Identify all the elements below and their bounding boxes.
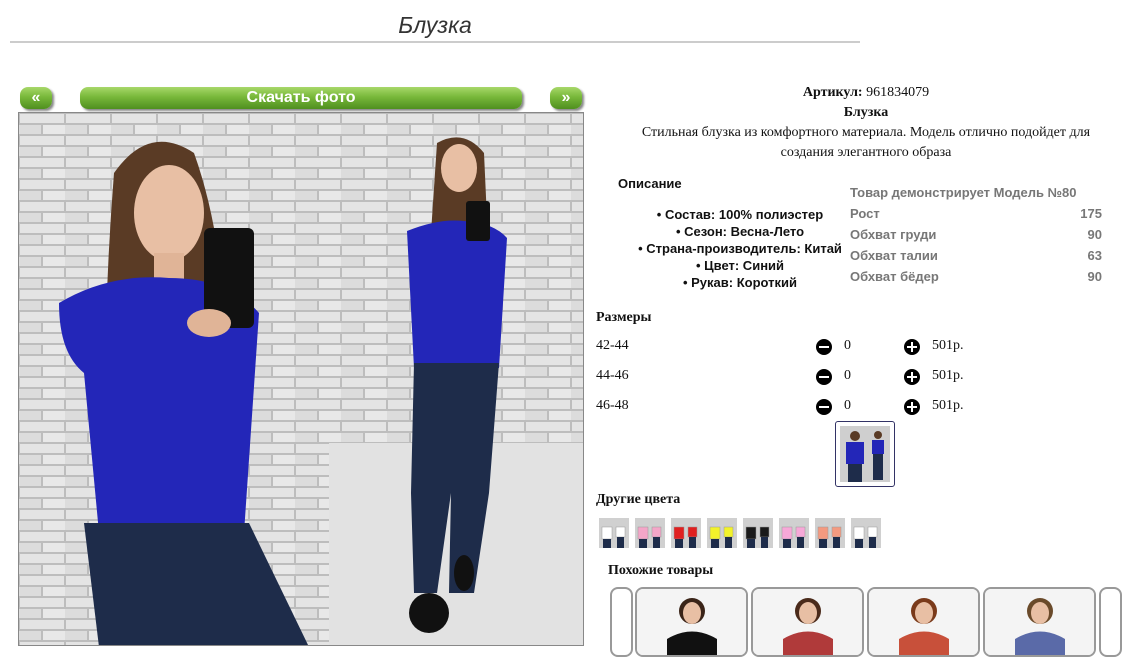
title-divider	[10, 41, 860, 43]
similar-card[interactable]	[751, 587, 864, 657]
color-variant-thumbnail[interactable]	[707, 518, 737, 548]
minus-icon[interactable]	[816, 399, 832, 415]
color-variant-thumbnail[interactable]	[599, 518, 629, 548]
product-thumbnail[interactable]	[835, 421, 895, 487]
size-quantity: 0	[844, 398, 851, 413]
product-name: Блузка	[843, 105, 889, 120]
previous-photo-button[interactable]: «	[20, 87, 52, 109]
size-row: 44-46 0 501р.	[596, 368, 976, 398]
color-variant-thumbnail[interactable]	[815, 518, 845, 548]
size-row: 46-48 0 501р.	[596, 398, 976, 428]
detail-item: Цвет: Синий	[600, 257, 880, 274]
size-price: 501р.	[932, 368, 964, 383]
size-quantity: 0	[844, 338, 851, 353]
article-line: Артикул: 961834079	[598, 83, 1134, 103]
next-photo-button[interactable]: »	[550, 87, 582, 109]
similar-next-card[interactable]	[1099, 587, 1122, 657]
minus-icon[interactable]	[816, 339, 832, 355]
model-heading: Товар демонстрирует Модель №80	[850, 185, 1077, 200]
similar-card[interactable]	[635, 587, 748, 657]
plus-icon[interactable]	[904, 369, 920, 385]
sizes-title: Размеры	[596, 310, 652, 325]
page-title: Блузка	[398, 12, 472, 38]
similar-prev-card[interactable]	[610, 587, 633, 657]
similar-card[interactable]	[867, 587, 980, 657]
model-measurements: Товар демонстрирует Модель №80 Рост 175 О…	[850, 182, 1102, 287]
color-variant-thumbnail[interactable]	[779, 518, 809, 548]
model-row: Обхват бёдер 90	[850, 269, 1102, 284]
detail-item: Состав: 100% полиэстер	[600, 206, 880, 223]
size-price: 501р.	[932, 338, 964, 353]
product-photo	[18, 112, 584, 646]
similar-card[interactable]	[983, 587, 1096, 657]
similar-title: Похожие товары	[608, 563, 714, 578]
model-row: Обхват талии 63	[850, 248, 1102, 263]
product-description-line2: создания элегантного образа	[780, 145, 952, 160]
size-label: 44-46	[596, 368, 629, 383]
plus-icon[interactable]	[904, 339, 920, 355]
other-colors-title: Другие цвета	[596, 492, 681, 507]
product-header: Артикул: 961834079 Блузка Стильная блузк…	[598, 83, 1134, 163]
detail-item: Страна-производитель: Китай	[600, 240, 880, 257]
minus-icon[interactable]	[816, 369, 832, 385]
details-list: Состав: 100% полиэстер Сезон: Весна-Лето…	[600, 206, 880, 291]
detail-item: Рукав: Короткий	[600, 274, 880, 291]
article-label: Артикул:	[802, 85, 863, 100]
color-variant-thumbnail[interactable]	[743, 518, 773, 548]
download-photo-button[interactable]: Скачать фото	[80, 87, 522, 109]
article-value: 961834079	[866, 85, 930, 100]
size-label: 42-44	[596, 338, 629, 353]
size-label: 46-48	[596, 398, 629, 413]
plus-icon[interactable]	[904, 399, 920, 415]
model-row: Рост 175	[850, 206, 1102, 221]
color-variant-thumbnail[interactable]	[635, 518, 665, 548]
size-price: 501р.	[932, 398, 964, 413]
detail-item: Сезон: Весна-Лето	[600, 223, 880, 240]
details-title: Описание	[618, 176, 682, 191]
product-description-line1: Стильная блузка из комфортного материала…	[641, 125, 1091, 140]
size-quantity: 0	[844, 368, 851, 383]
color-variant-thumbnail[interactable]	[851, 518, 881, 548]
color-variant-thumbnail[interactable]	[671, 518, 701, 548]
model-row: Обхват груди 90	[850, 227, 1102, 242]
product-photo-illustration	[19, 113, 583, 645]
size-row: 42-44 0 501р.	[596, 338, 976, 368]
